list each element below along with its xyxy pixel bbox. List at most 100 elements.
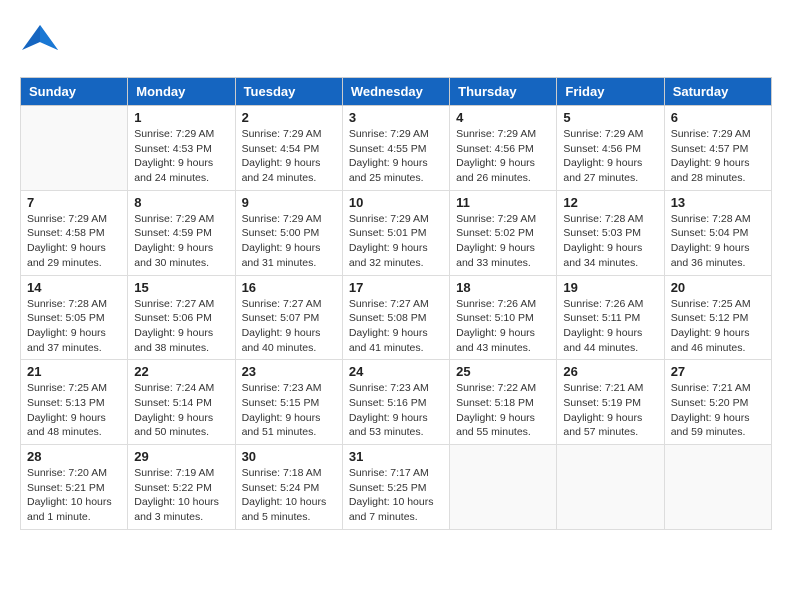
calendar-cell: 17Sunrise: 7:27 AM Sunset: 5:08 PM Dayli…	[342, 275, 449, 360]
logo-icon	[20, 20, 60, 67]
day-info: Sunrise: 7:29 AM Sunset: 4:54 PM Dayligh…	[242, 127, 336, 186]
day-info: Sunrise: 7:18 AM Sunset: 5:24 PM Dayligh…	[242, 466, 336, 525]
day-header-tuesday: Tuesday	[235, 78, 342, 106]
calendar-cell: 14 Sunrise: 7:28 AM Sunset: 5:05 PM Dayli…	[21, 275, 128, 360]
day-number: 4	[456, 110, 550, 125]
day-info: Sunrise: 7:28 AM Sunset: 5:03 PM Dayligh…	[563, 212, 657, 271]
day-info: Sunrise: 7:28 AM Sunset: 5:04 PM Dayligh…	[671, 212, 765, 271]
day-number: 16	[242, 280, 336, 295]
calendar-cell: 7 Sunrise: 7:29 AM Sunset: 4:58 PM Daylig…	[21, 190, 128, 275]
calendar-cell: 18Sunrise: 7:26 AM Sunset: 5:10 PM Dayli…	[450, 275, 557, 360]
day-number: 26	[563, 364, 657, 379]
calendar-cell: 11 Sunrise: 7:29 AM Sunset: 5:02 PM Dayli…	[450, 190, 557, 275]
calendar-cell: 29Sunrise: 7:19 AM Sunset: 5:22 PM Dayli…	[128, 445, 235, 530]
day-number: 8	[134, 195, 228, 210]
calendar-table: SundayMondayTuesdayWednesdayThursdayFrid…	[20, 77, 772, 530]
day-info: Sunrise: 7:29 AM Sunset: 5:01 PM Dayligh…	[349, 212, 443, 271]
day-info: Sunrise: 7:26 AM Sunset: 5:10 PM Dayligh…	[456, 297, 550, 356]
day-number: 7	[27, 195, 121, 210]
day-info: Sunrise: 7:17 AM Sunset: 5:25 PM Dayligh…	[349, 466, 443, 525]
day-info: Sunrise: 7:26 AM Sunset: 5:11 PM Dayligh…	[563, 297, 657, 356]
day-number: 21	[27, 364, 121, 379]
day-number: 31	[349, 449, 443, 464]
day-header-monday: Monday	[128, 78, 235, 106]
day-info: Sunrise: 7:20 AM Sunset: 5:21 PM Dayligh…	[27, 466, 121, 525]
day-info: Sunrise: 7:27 AM Sunset: 5:06 PM Dayligh…	[134, 297, 228, 356]
day-number: 25	[456, 364, 550, 379]
day-info: Sunrise: 7:29 AM Sunset: 4:53 PM Dayligh…	[134, 127, 228, 186]
day-info: Sunrise: 7:29 AM Sunset: 5:00 PM Dayligh…	[242, 212, 336, 271]
calendar-cell: 20 Sunrise: 7:25 AM Sunset: 5:12 PM Dayli…	[664, 275, 771, 360]
day-number: 30	[242, 449, 336, 464]
calendar-cell: 4 Sunrise: 7:29 AM Sunset: 4:56 PM Daylig…	[450, 106, 557, 191]
day-number: 24	[349, 364, 443, 379]
day-info: Sunrise: 7:23 AM Sunset: 5:16 PM Dayligh…	[349, 381, 443, 440]
calendar-cell: 3 Sunrise: 7:29 AM Sunset: 4:55 PM Daylig…	[342, 106, 449, 191]
day-header-saturday: Saturday	[664, 78, 771, 106]
day-number: 14	[27, 280, 121, 295]
day-number: 19	[563, 280, 657, 295]
calendar-week-0: 1Sunrise: 7:29 AM Sunset: 4:53 PM Daylig…	[21, 106, 772, 191]
day-number: 22	[134, 364, 228, 379]
day-number: 15	[134, 280, 228, 295]
day-info: Sunrise: 7:25 AM Sunset: 5:12 PM Dayligh…	[671, 297, 765, 356]
calendar-cell: 2 Sunrise: 7:29 AM Sunset: 4:54 PM Daylig…	[235, 106, 342, 191]
day-number: 3	[349, 110, 443, 125]
day-number: 28	[27, 449, 121, 464]
day-info: Sunrise: 7:28 AM Sunset: 5:05 PM Dayligh…	[27, 297, 121, 356]
day-info: Sunrise: 7:29 AM Sunset: 4:57 PM Dayligh…	[671, 127, 765, 186]
day-info: Sunrise: 7:21 AM Sunset: 5:19 PM Dayligh…	[563, 381, 657, 440]
calendar-cell: 23Sunrise: 7:23 AM Sunset: 5:15 PM Dayli…	[235, 360, 342, 445]
calendar-cell: 24 Sunrise: 7:23 AM Sunset: 5:16 PM Dayli…	[342, 360, 449, 445]
day-info: Sunrise: 7:29 AM Sunset: 4:55 PM Dayligh…	[349, 127, 443, 186]
calendar-week-2: 14 Sunrise: 7:28 AM Sunset: 5:05 PM Dayli…	[21, 275, 772, 360]
calendar-week-3: 21 Sunrise: 7:25 AM Sunset: 5:13 PM Dayli…	[21, 360, 772, 445]
day-info: Sunrise: 7:29 AM Sunset: 5:02 PM Dayligh…	[456, 212, 550, 271]
day-number: 6	[671, 110, 765, 125]
calendar-cell: 8 Sunrise: 7:29 AM Sunset: 4:59 PM Daylig…	[128, 190, 235, 275]
day-header-thursday: Thursday	[450, 78, 557, 106]
calendar-cell: 31 Sunrise: 7:17 AM Sunset: 5:25 PM Dayli…	[342, 445, 449, 530]
calendar-cell: 21 Sunrise: 7:25 AM Sunset: 5:13 PM Dayli…	[21, 360, 128, 445]
day-number: 23	[242, 364, 336, 379]
day-info: Sunrise: 7:21 AM Sunset: 5:20 PM Dayligh…	[671, 381, 765, 440]
day-number: 11	[456, 195, 550, 210]
calendar-cell: 19 Sunrise: 7:26 AM Sunset: 5:11 PM Dayli…	[557, 275, 664, 360]
calendar-cell	[557, 445, 664, 530]
day-info: Sunrise: 7:29 AM Sunset: 4:56 PM Dayligh…	[456, 127, 550, 186]
calendar-cell: 22 Sunrise: 7:24 AM Sunset: 5:14 PM Dayli…	[128, 360, 235, 445]
page-header	[20, 20, 772, 67]
day-header-sunday: Sunday	[21, 78, 128, 106]
calendar-cell: 9 Sunrise: 7:29 AM Sunset: 5:00 PM Daylig…	[235, 190, 342, 275]
day-number: 10	[349, 195, 443, 210]
calendar-cell: 1Sunrise: 7:29 AM Sunset: 4:53 PM Daylig…	[128, 106, 235, 191]
day-info: Sunrise: 7:25 AM Sunset: 5:13 PM Dayligh…	[27, 381, 121, 440]
day-info: Sunrise: 7:24 AM Sunset: 5:14 PM Dayligh…	[134, 381, 228, 440]
calendar-cell: 12Sunrise: 7:28 AM Sunset: 5:03 PM Dayli…	[557, 190, 664, 275]
calendar-cell: 25 Sunrise: 7:22 AM Sunset: 5:18 PM Dayli…	[450, 360, 557, 445]
day-number: 17	[349, 280, 443, 295]
calendar-cell: 10 Sunrise: 7:29 AM Sunset: 5:01 PM Dayli…	[342, 190, 449, 275]
calendar-cell: 15 Sunrise: 7:27 AM Sunset: 5:06 PM Dayli…	[128, 275, 235, 360]
calendar-cell: 27Sunrise: 7:21 AM Sunset: 5:20 PM Dayli…	[664, 360, 771, 445]
calendar-cell: 26 Sunrise: 7:21 AM Sunset: 5:19 PM Dayli…	[557, 360, 664, 445]
calendar-week-4: 28 Sunrise: 7:20 AM Sunset: 5:21 PM Dayli…	[21, 445, 772, 530]
day-info: Sunrise: 7:29 AM Sunset: 4:58 PM Dayligh…	[27, 212, 121, 271]
day-number: 5	[563, 110, 657, 125]
calendar-cell: 6 Sunrise: 7:29 AM Sunset: 4:57 PM Daylig…	[664, 106, 771, 191]
day-header-friday: Friday	[557, 78, 664, 106]
day-info: Sunrise: 7:29 AM Sunset: 4:56 PM Dayligh…	[563, 127, 657, 186]
calendar-cell: 5 Sunrise: 7:29 AM Sunset: 4:56 PM Daylig…	[557, 106, 664, 191]
day-number: 13	[671, 195, 765, 210]
day-number: 20	[671, 280, 765, 295]
calendar-cell: 28 Sunrise: 7:20 AM Sunset: 5:21 PM Dayli…	[21, 445, 128, 530]
day-header-wednesday: Wednesday	[342, 78, 449, 106]
day-info: Sunrise: 7:22 AM Sunset: 5:18 PM Dayligh…	[456, 381, 550, 440]
logo	[20, 20, 64, 67]
day-number: 9	[242, 195, 336, 210]
day-info: Sunrise: 7:27 AM Sunset: 5:07 PM Dayligh…	[242, 297, 336, 356]
calendar-cell	[664, 445, 771, 530]
day-info: Sunrise: 7:29 AM Sunset: 4:59 PM Dayligh…	[134, 212, 228, 271]
day-number: 2	[242, 110, 336, 125]
calendar-header-row: SundayMondayTuesdayWednesdayThursdayFrid…	[21, 78, 772, 106]
